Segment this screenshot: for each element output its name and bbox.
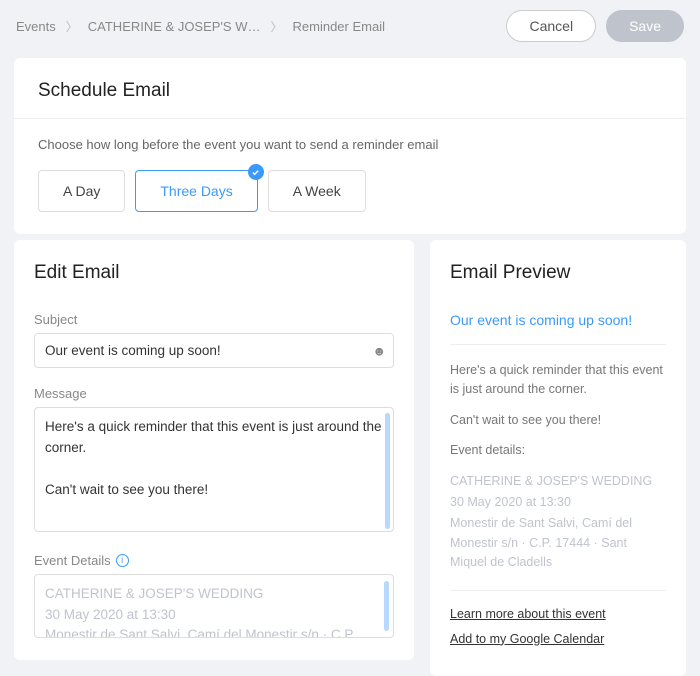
details-line: CATHERINE & JOSEP'S WEDDING bbox=[45, 584, 383, 605]
breadcrumb-reminder-email: Reminder Email bbox=[293, 19, 385, 34]
email-preview-panel: Email Preview Our event is coming up soo… bbox=[430, 240, 686, 676]
edit-email-title: Edit Email bbox=[34, 262, 394, 284]
event-details-label: Event Details i bbox=[34, 553, 394, 568]
details-line: Monestir de Sant Salvi, Camí del Monesti… bbox=[45, 625, 383, 637]
scrollbar[interactable] bbox=[384, 581, 389, 631]
schedule-options: A Day Three Days A Week bbox=[38, 170, 662, 212]
breadcrumb-event-name[interactable]: CATHERINE & JOSEP'S W… bbox=[88, 19, 261, 34]
option-label: A Week bbox=[293, 183, 341, 199]
message-label: Message bbox=[34, 386, 394, 401]
preview-detail: Monestir de Sant Salvi, Camí del Monesti… bbox=[450, 514, 666, 572]
option-a-day[interactable]: A Day bbox=[38, 170, 125, 212]
chevron-right-icon: 〉 bbox=[270, 18, 282, 35]
schedule-email-panel: Schedule Email Choose how long before th… bbox=[14, 58, 686, 234]
add-to-calendar-link[interactable]: Add to my Google Calendar bbox=[450, 630, 666, 649]
option-three-days[interactable]: Three Days bbox=[135, 170, 257, 212]
subject-input[interactable] bbox=[34, 333, 394, 368]
scrollbar[interactable] bbox=[385, 413, 390, 529]
emoji-icon[interactable]: ☻ bbox=[372, 343, 386, 358]
chevron-right-icon: 〉 bbox=[66, 18, 78, 35]
preview-line: Here's a quick reminder that this event … bbox=[450, 361, 666, 400]
save-button[interactable]: Save bbox=[606, 10, 684, 42]
info-icon[interactable]: i bbox=[116, 554, 129, 567]
breadcrumb: Events 〉 CATHERINE & JOSEP'S W… 〉 Remind… bbox=[16, 18, 385, 35]
details-line: 30 May 2020 at 13:30 bbox=[45, 605, 383, 626]
preview-body: Here's a quick reminder that this event … bbox=[450, 361, 666, 649]
preview-subject: Our event is coming up soon! bbox=[450, 312, 666, 328]
option-label: Three Days bbox=[160, 183, 232, 199]
breadcrumb-events[interactable]: Events bbox=[16, 19, 56, 34]
schedule-title: Schedule Email bbox=[38, 80, 662, 102]
preview-detail: 30 May 2020 at 13:30 bbox=[450, 493, 666, 512]
subject-label: Subject bbox=[34, 312, 394, 327]
schedule-description: Choose how long before the event you wan… bbox=[38, 137, 662, 152]
preview-detail: CATHERINE & JOSEP'S WEDDING bbox=[450, 472, 666, 491]
preview-title: Email Preview bbox=[450, 262, 666, 284]
learn-more-link[interactable]: Learn more about this event bbox=[450, 605, 666, 624]
preview-line: Event details: bbox=[450, 441, 666, 460]
option-a-week[interactable]: A Week bbox=[268, 170, 366, 212]
message-textarea[interactable] bbox=[34, 407, 394, 532]
preview-line: Can't wait to see you there! bbox=[450, 411, 666, 430]
cancel-button[interactable]: Cancel bbox=[506, 10, 596, 42]
edit-email-panel: Edit Email Subject ☻ Message Event Detai… bbox=[14, 240, 414, 660]
event-details-box: CATHERINE & JOSEP'S WEDDING 30 May 2020 … bbox=[34, 574, 394, 638]
option-label: A Day bbox=[63, 183, 100, 199]
check-icon bbox=[248, 164, 264, 180]
